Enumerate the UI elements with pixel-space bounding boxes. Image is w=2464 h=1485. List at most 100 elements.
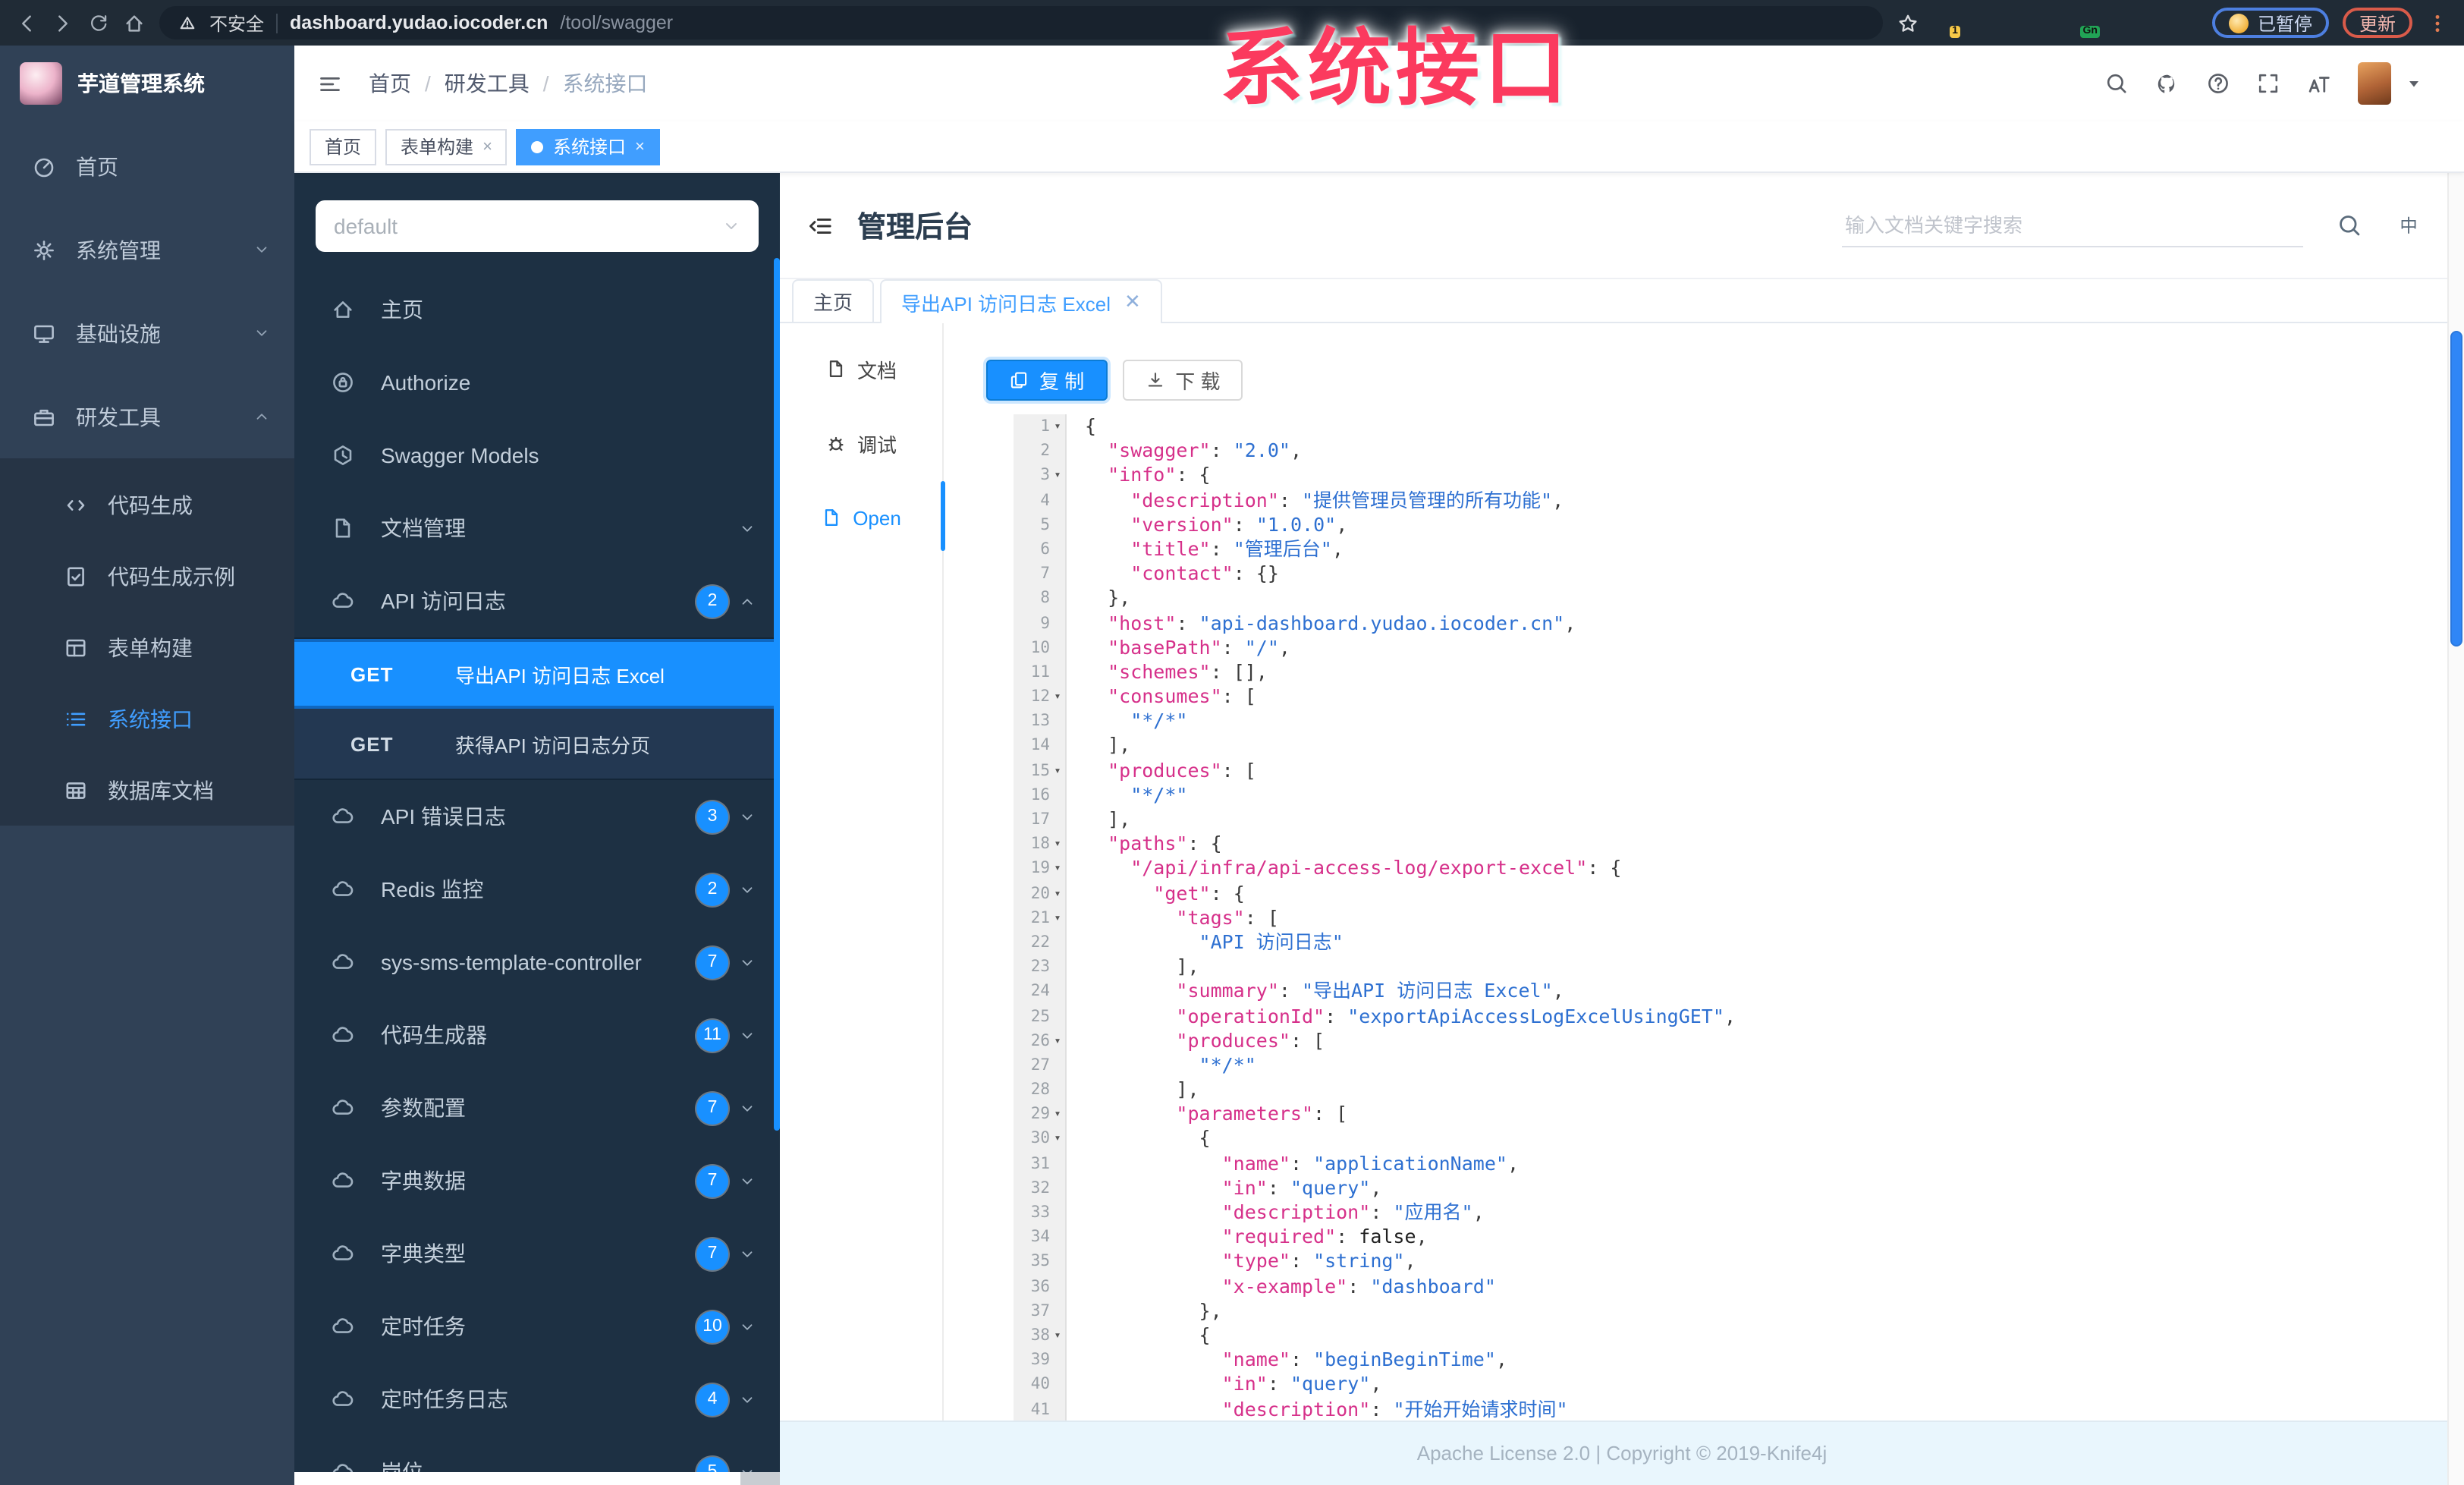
doc-tab-close-icon[interactable]: ✕ (1124, 290, 1141, 314)
swagger-group-代码生成器[interactable]: 代码生成器 11 (294, 999, 780, 1071)
update-button[interactable]: 更新 (2342, 8, 2412, 38)
swagger-endpoints: GET 导出API 访问日志 Excel GET 获得API 访问日志分页 (294, 637, 780, 780)
code-text: "schemes": [], (1085, 659, 1268, 683)
paused-profile-button[interactable]: 已暂停 (2211, 8, 2329, 38)
breadcrumb-devtools[interactable]: 研发工具 (445, 68, 530, 99)
extension-orange-icon[interactable]: 1 (1933, 12, 1960, 38)
code-viewer[interactable]: 1 ▾{2 "swagger": "2.0", 3 ▾ "info": {4 "des… (1014, 414, 2464, 1421)
doc-search-input[interactable] (1842, 203, 2303, 247)
sidebar-item-研发工具[interactable]: 研发工具 (0, 375, 294, 458)
browser-menu-icon[interactable] (2426, 11, 2449, 34)
line-number: 7 (1040, 565, 1050, 584)
line-number: 4 (1040, 491, 1050, 510)
user-avatar[interactable] (2358, 62, 2391, 105)
swagger-group-API 访问日志[interactable]: API 访问日志 2 (294, 565, 780, 637)
form-grid-icon (64, 635, 88, 659)
sidebar-item-代码生成示例[interactable]: 代码生成示例 (0, 540, 294, 612)
sidebar-item-基础设施[interactable]: 基础设施 (0, 291, 294, 375)
hamburger-icon[interactable] (317, 71, 343, 96)
swagger-group-定时任务[interactable]: 定时任务 10 (294, 1290, 780, 1363)
page-scrollbar-thumb[interactable] (2450, 331, 2462, 647)
swagger-group-Swagger Models[interactable]: Swagger Models (294, 419, 780, 492)
sidebar-horizontal-scrollbar[interactable] (294, 1471, 780, 1485)
code-text: "*/*" (1085, 1052, 1256, 1076)
file-icon (331, 516, 355, 540)
extension-blue-drop-icon[interactable] (1968, 12, 1989, 33)
search-icon[interactable] (2104, 71, 2129, 96)
endpoint-count-badge: 2 (696, 585, 728, 617)
doc-tab-主页[interactable]: 主页 (792, 279, 875, 322)
api-group-select[interactable]: default (316, 200, 759, 252)
app-logo-row[interactable]: 芋道管理系统 (0, 46, 294, 121)
help-icon[interactable] (2206, 71, 2230, 96)
tag-表单构建[interactable]: 表单构建 × (385, 128, 508, 165)
browser-back-icon[interactable] (15, 11, 38, 34)
swagger-group-Redis 监控[interactable]: Redis 监控 2 (294, 853, 780, 926)
swagger-group-meta: 11 (696, 1019, 756, 1051)
font-size-icon[interactable] (2306, 71, 2332, 96)
sidebar-item-系统管理[interactable]: 系统管理 (0, 208, 294, 291)
mini-nav-Open[interactable]: Open (780, 484, 942, 551)
extension-emoji-icon[interactable] (2177, 12, 2198, 33)
mini-nav-文档[interactable]: 文档 (780, 335, 942, 402)
gear-icon (32, 238, 56, 262)
endpoint-count-badge: 10 (696, 1310, 728, 1342)
line-number: 17 (1030, 810, 1050, 829)
sidebar-item-首页[interactable]: 首页 (0, 124, 294, 208)
language-switch-icon[interactable]: 中 (2396, 212, 2422, 238)
extension-dark-gn-icon[interactable]: Gn (2073, 12, 2100, 38)
tag-系统接口[interactable]: 系统接口 × (516, 128, 660, 165)
code-text: { (1085, 414, 1097, 437)
sidebar-item-数据库文档[interactable]: 数据库文档 (0, 754, 294, 826)
collapse-sidebar-icon[interactable] (807, 212, 834, 239)
swagger-group-Authorize[interactable]: Authorize (294, 346, 780, 419)
cloud-icon (331, 804, 355, 829)
sidebar-item-表单构建[interactable]: 表单构建 (0, 612, 294, 683)
extension-green-circle-icon[interactable] (2003, 12, 2024, 33)
endpoint-获得API 访问日志分页[interactable]: GET 获得API 访问日志分页 (294, 709, 780, 779)
breadcrumb-separator: / (425, 71, 431, 96)
bookmark-star-icon[interactable] (1897, 11, 1919, 34)
swagger-group-label: 字典类型 (381, 1241, 466, 1266)
avatar-caret-icon[interactable] (2405, 74, 2423, 93)
tag-label: 表单构建 (401, 137, 474, 158)
swagger-group-字典类型[interactable]: 字典类型 7 (294, 1217, 780, 1290)
browser-home-icon[interactable] (123, 11, 146, 34)
extension-green-leaf-icon[interactable] (2107, 12, 2129, 33)
swagger-group-字典数据[interactable]: 字典数据 7 (294, 1144, 780, 1217)
doc-search-icon[interactable] (2337, 212, 2362, 238)
code-text: "consumes": [ (1085, 684, 1256, 708)
endpoint-label: 导出API 访问日志 Excel (455, 664, 665, 687)
swagger-group-定时任务日志[interactable]: 定时任务日志 4 (294, 1363, 780, 1436)
mini-nav-调试[interactable]: 调试 (780, 410, 942, 477)
tag-首页[interactable]: 首页 (310, 128, 377, 165)
line-number: 38 ▾ (1030, 1326, 1061, 1345)
browser-reload-icon[interactable] (88, 12, 109, 33)
address-bar[interactable]: 不安全 dashboard.yudao.iocoder.cn/tool/swag… (159, 6, 1883, 39)
doc-check-icon (64, 564, 88, 588)
tag-close-icon[interactable]: × (482, 137, 492, 156)
sidebar-scrollbar-thumb[interactable] (774, 258, 780, 1131)
download-button[interactable]: 下 载 (1122, 360, 1243, 401)
breadcrumb-home[interactable]: 首页 (369, 68, 411, 99)
swagger-group-meta (739, 520, 756, 536)
github-icon[interactable] (2154, 71, 2180, 96)
extension-white-star-icon[interactable] (2142, 12, 2164, 33)
cloud-icon (331, 950, 355, 974)
fullscreen-icon[interactable] (2256, 71, 2280, 96)
browser-forward-icon[interactable] (52, 11, 74, 34)
endpoint-导出API 访问日志 Excel[interactable]: GET 导出API 访问日志 Excel (294, 639, 780, 709)
tag-close-icon[interactable]: × (635, 137, 645, 156)
swagger-group-sys-sms-template-controller[interactable]: sys-sms-template-controller 7 (294, 926, 780, 999)
sidebar-item-代码生成[interactable]: 代码生成 (0, 469, 294, 540)
swagger-group-主页[interactable]: 主页 (294, 273, 780, 346)
extension-blue-grid-icon[interactable] (2038, 12, 2059, 33)
doc-tab-导出API 访问日志 Excel[interactable]: 导出API 访问日志 Excel ✕ (880, 279, 1162, 323)
sidebar-item-系统接口[interactable]: 系统接口 (0, 683, 294, 754)
swagger-group-参数配置[interactable]: 参数配置 7 (294, 1071, 780, 1144)
swagger-group-文档管理[interactable]: 文档管理 (294, 492, 780, 565)
swagger-group-API 错误日志[interactable]: API 错误日志 3 (294, 780, 780, 853)
copy-button[interactable]: 复 制 (986, 360, 1108, 401)
code-line: 35 "type": "string", (1014, 1250, 2464, 1274)
line-number: 31 (1030, 1154, 1050, 1173)
